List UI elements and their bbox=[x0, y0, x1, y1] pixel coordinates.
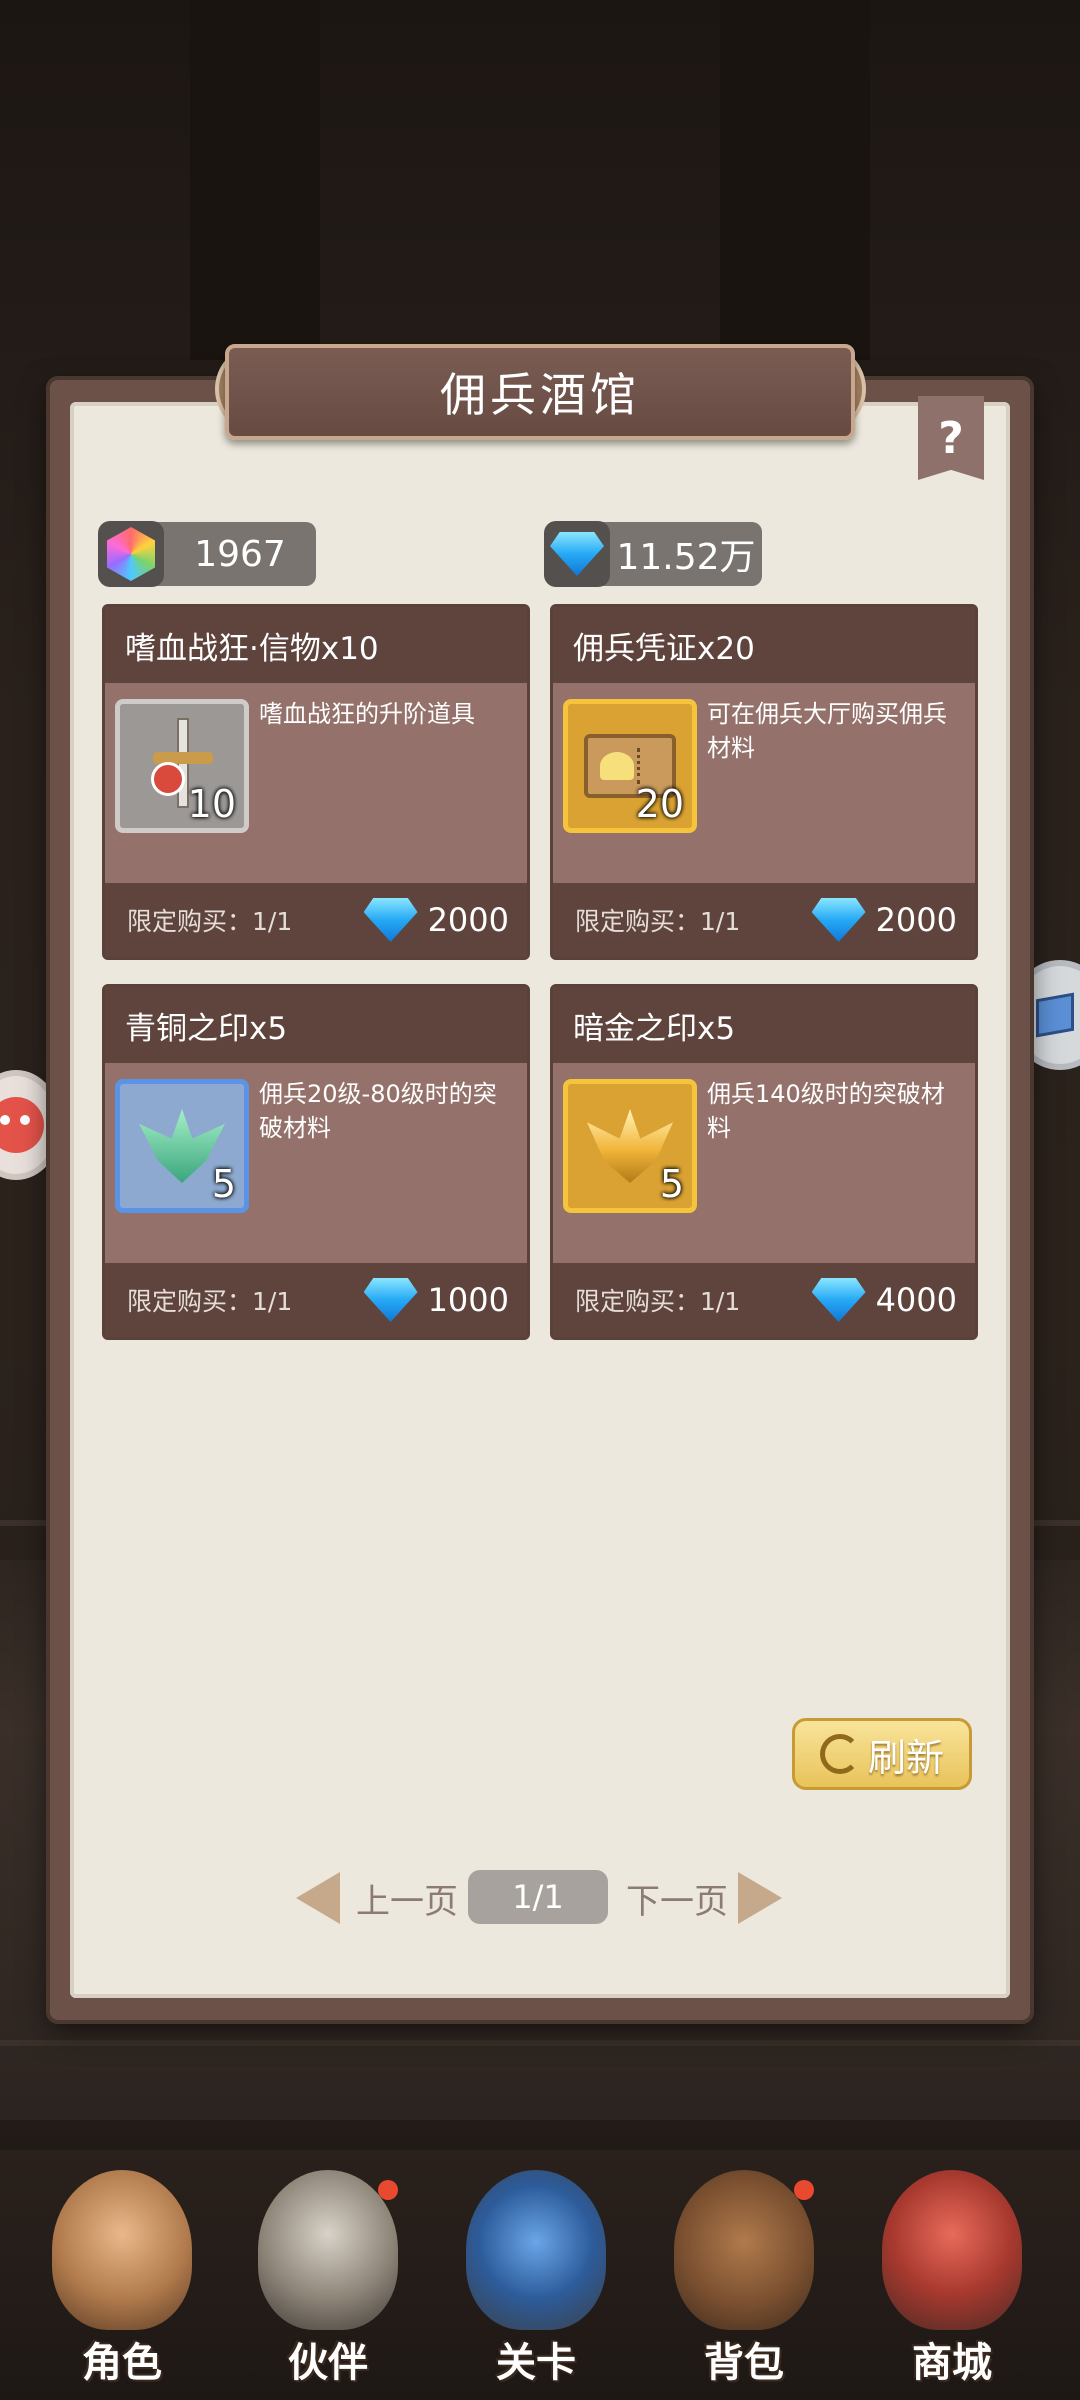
blue-diamond-icon bbox=[811, 898, 866, 942]
refresh-button[interactable]: 刷新 bbox=[792, 1718, 972, 1790]
item-purchase-bar: 限定购买：1/1 4000 bbox=[553, 1263, 975, 1337]
shop-item-card[interactable]: 佣兵凭证x20 20 可在佣兵大厅购买佣兵材料 限定购买：1/1 2000 bbox=[550, 604, 978, 960]
item-name: 暗金之印x5 bbox=[553, 987, 975, 1063]
blue-diamond-icon bbox=[363, 898, 418, 942]
item-description: 佣兵20级-80级时的突破材料 bbox=[259, 1080, 497, 1142]
nav-item-partner[interactable]: 伙伴 bbox=[228, 2170, 428, 2400]
item-count: 20 bbox=[635, 782, 684, 826]
item-icon-frame[interactable]: 5 bbox=[563, 1079, 697, 1213]
buy-button[interactable]: 4000 bbox=[811, 1278, 957, 1322]
item-name: 佣兵凭证x20 bbox=[553, 607, 975, 683]
backpack-icon bbox=[674, 2170, 814, 2330]
blue-diamond-icon bbox=[544, 521, 610, 587]
shop-item-card[interactable]: 嗜血战狂·信物x10 10 嗜血战狂的升阶道具 限定购买：1/1 2000 bbox=[102, 604, 530, 960]
purchase-limit: 限定购买：1/1 bbox=[127, 907, 293, 936]
stage-icon bbox=[466, 2170, 606, 2330]
prev-page-button[interactable]: 上一页 bbox=[356, 1874, 458, 1923]
item-description: 佣兵140级时的突破材料 bbox=[707, 1080, 945, 1142]
next-arrow-icon[interactable] bbox=[738, 1872, 782, 1924]
page-title: 佣兵酒馆 bbox=[440, 368, 640, 422]
prev-arrow-icon[interactable] bbox=[296, 1872, 340, 1924]
diamond-amount: 11.52万 bbox=[616, 537, 756, 578]
next-page-button[interactable]: 下一页 bbox=[626, 1874, 728, 1923]
purchase-limit: 限定购买：1/1 bbox=[575, 907, 741, 936]
item-icon-frame[interactable]: 20 bbox=[563, 699, 697, 833]
bottom-nav: 角色 伙伴 关卡 背包 商城 bbox=[0, 2150, 1080, 2400]
rainbow-gem-icon bbox=[98, 521, 164, 587]
item-count: 5 bbox=[211, 1162, 236, 1206]
refresh-icon bbox=[819, 1734, 860, 1774]
item-description: 嗜血战狂的升阶道具 bbox=[259, 700, 475, 728]
background-beam bbox=[190, 0, 320, 360]
help-button[interactable]: ? bbox=[918, 396, 984, 480]
shop-item-card[interactable]: 青铜之印x5 5 佣兵20级-80级时的突破材料 限定购买：1/1 1000 bbox=[102, 984, 530, 1340]
nav-label: 商城 bbox=[912, 2340, 992, 2386]
mascot-icon bbox=[0, 1097, 44, 1153]
hero-icon bbox=[52, 2170, 192, 2330]
nav-label: 关卡 bbox=[496, 2340, 576, 2386]
item-purchase-bar: 限定购买：1/1 2000 bbox=[105, 883, 527, 957]
buy-button[interactable]: 2000 bbox=[363, 898, 509, 942]
nav-item-hero[interactable]: 角色 bbox=[22, 2170, 222, 2400]
title-banner: 佣兵酒馆 bbox=[225, 344, 855, 440]
item-price: 2000 bbox=[875, 901, 957, 939]
nav-item-shop[interactable]: 商城 bbox=[852, 2170, 1052, 2400]
item-count: 10 bbox=[187, 782, 236, 826]
notification-dot bbox=[378, 2180, 398, 2200]
shop-icon bbox=[882, 2170, 1022, 2330]
item-description: 可在佣兵大厅购买佣兵材料 bbox=[707, 700, 947, 762]
refresh-label: 刷新 bbox=[867, 1735, 944, 1780]
item-purchase-bar: 限定购买：1/1 2000 bbox=[553, 883, 975, 957]
buy-button[interactable]: 1000 bbox=[363, 1278, 509, 1322]
purchase-limit: 限定购买：1/1 bbox=[575, 1287, 741, 1316]
item-purchase-bar: 限定购买：1/1 1000 bbox=[105, 1263, 527, 1337]
nav-item-stage[interactable]: 关卡 bbox=[436, 2170, 636, 2400]
item-icon-frame[interactable]: 10 bbox=[115, 699, 249, 833]
page-indicator: 1/1 bbox=[468, 1870, 608, 1924]
notification-dot bbox=[794, 2180, 814, 2200]
gem-currency: 1967 bbox=[98, 521, 316, 587]
item-icon-frame[interactable]: 5 bbox=[115, 1079, 249, 1213]
background-beam bbox=[720, 0, 870, 360]
gem-amount: 1967 bbox=[194, 533, 286, 575]
nav-label: 伙伴 bbox=[288, 2340, 368, 2386]
item-price: 2000 bbox=[427, 901, 509, 939]
purchase-limit: 限定购买：1/1 bbox=[127, 1287, 293, 1316]
buy-button[interactable]: 2000 bbox=[811, 898, 957, 942]
item-price: 4000 bbox=[875, 1281, 957, 1319]
nav-label: 角色 bbox=[82, 2340, 162, 2386]
item-name: 青铜之印x5 bbox=[105, 987, 527, 1063]
background-stripe bbox=[0, 2040, 1080, 2046]
nav-item-backpack[interactable]: 背包 bbox=[644, 2170, 844, 2400]
item-count: 5 bbox=[659, 1162, 684, 1206]
shop-item-card[interactable]: 暗金之印x5 5 佣兵140级时的突破材料 限定购买：1/1 4000 bbox=[550, 984, 978, 1340]
cube-icon bbox=[1036, 992, 1074, 1038]
blue-diamond-icon bbox=[811, 1278, 866, 1322]
item-name: 嗜血战狂·信物x10 bbox=[105, 607, 527, 683]
item-price: 1000 bbox=[427, 1281, 509, 1319]
nav-label: 背包 bbox=[704, 2340, 784, 2386]
blue-diamond-icon bbox=[363, 1278, 418, 1322]
pagination: 上一页 1/1 下一页 bbox=[0, 1868, 1080, 1928]
diamond-currency: 11.52万 bbox=[544, 521, 762, 587]
knight-helmet-icon bbox=[258, 2170, 398, 2330]
